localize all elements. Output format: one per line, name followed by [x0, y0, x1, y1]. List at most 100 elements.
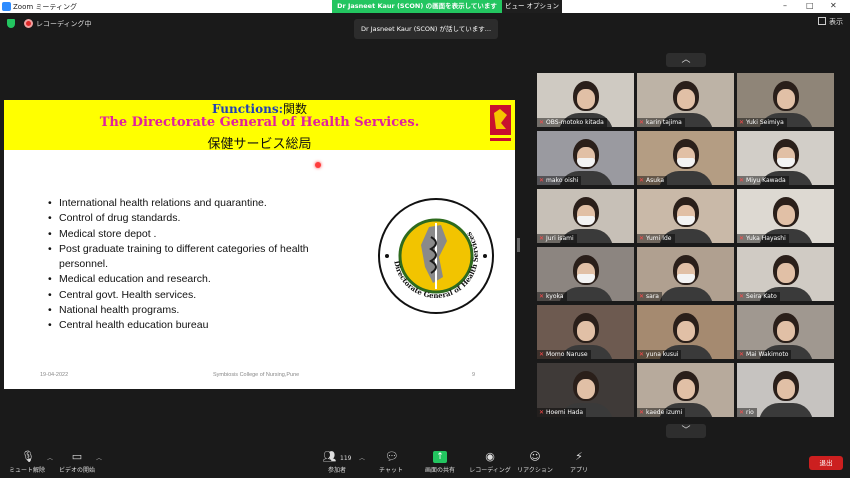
participant-name: ✕ Hoemi Hada [537, 408, 586, 417]
participant-face [677, 321, 695, 341]
participant-name: ✕ mako oishi [537, 176, 582, 185]
participant-tile[interactable]: ✕ Momo Naruse [537, 305, 634, 359]
participant-name-label: Mai Wakimoto [746, 351, 789, 358]
gallery-next-button[interactable]: ﹀ [666, 424, 706, 438]
leave-meeting-button[interactable]: 退出 [809, 456, 843, 470]
face-mask [677, 216, 695, 225]
reactions-icon: ☺ [529, 450, 541, 463]
mic-muted-icon: ✕ [539, 177, 545, 184]
participant-name-label: Hoemi Hada [546, 409, 583, 416]
participant-face [677, 89, 695, 109]
participant-tile[interactable]: ✕ Yuka Hayashi [737, 189, 834, 243]
video-off-icon: ▭ [71, 450, 83, 463]
participant-name: ✕ kaede izumi [637, 408, 686, 417]
face-mask [777, 158, 795, 167]
participant-face [777, 263, 795, 283]
slide-subtitle: The Directorate General of Health Servic… [99, 115, 420, 130]
face-mask [677, 158, 695, 167]
reactions-button[interactable]: ☺ リアクション [516, 450, 554, 475]
list-item: International health relations and quara… [48, 196, 348, 212]
participant-tile[interactable]: ✕ kyoka [537, 247, 634, 301]
start-video-button[interactable]: ▭ ビデオの開始 [57, 450, 97, 475]
start-video-label: ビデオの開始 [58, 467, 95, 474]
face-mask [577, 158, 595, 167]
audio-options-chevron-icon[interactable]: ︿ [47, 453, 53, 462]
mic-muted-icon: ✕ [539, 351, 545, 358]
participant-tile[interactable]: ✕ rio [737, 363, 834, 417]
participant-name: ✕ kyoka [537, 292, 567, 301]
chat-button[interactable]: 💬︎ チャット [376, 451, 406, 475]
participant-name-label: kaede izumi [646, 409, 683, 416]
unmute-button[interactable]: 🎙︎ ミュート解除 [8, 451, 46, 475]
list-item: Medical education and research. [48, 272, 348, 288]
participant-tile[interactable]: ✕ mako oishi [537, 131, 634, 185]
gallery-prev-button[interactable]: ︿ [666, 53, 706, 67]
view-button[interactable]: 表示 [829, 17, 843, 27]
participant-tile[interactable]: ✕ Seira Kato [737, 247, 834, 301]
face-mask [577, 216, 595, 225]
participant-name-label: Miyu Kawada [746, 177, 786, 184]
mic-muted-icon: ✕ [539, 409, 545, 416]
laser-pointer [315, 162, 321, 168]
screen-share-banner: Dr Jasneet Kaur (SCON) の画面を表示しています [332, 0, 502, 13]
record-button[interactable]: ◉ レコーディング [469, 450, 511, 475]
participant-tile[interactable]: ✕ sara [637, 247, 734, 301]
participant-face [777, 321, 795, 341]
participant-name: ✕ Asuka [637, 176, 668, 185]
mic-muted-icon: ✕ [739, 409, 745, 416]
recording-icon [24, 19, 33, 28]
participant-face [777, 379, 795, 399]
participant-name: ✕ yuna kusui [637, 350, 682, 359]
view-options-button[interactable]: ビュー オプション ⌄ [502, 0, 562, 23]
split-view-handle[interactable] [517, 238, 520, 252]
participants-chevron-icon[interactable]: ︿ [359, 453, 365, 462]
record-icon: ◉ [485, 450, 495, 463]
maximize-icon[interactable]: □ [806, 1, 814, 10]
window-title: Zoom ミーティング [13, 3, 77, 11]
participant-name-label: Juri isami [546, 235, 574, 242]
security-shield-icon[interactable] [7, 19, 15, 28]
face-mask [677, 274, 695, 283]
participant-tile[interactable]: ✕ Hoemi Hada [537, 363, 634, 417]
participant-tile[interactable]: ✕ Mai Wakimoto [737, 305, 834, 359]
mic-muted-icon: ✕ [739, 235, 745, 242]
shared-slide: Functions:関数 The Directorate General of … [4, 100, 515, 389]
participant-tile[interactable]: ✕ OBS-motoko kitada [537, 73, 634, 127]
reactions-label: リアクション [517, 467, 553, 474]
participant-name: ✕ Yuki Seimiya [737, 118, 787, 127]
mic-muted-icon: ✕ [639, 351, 645, 358]
apps-button[interactable]: ⚡︎ アプリ [566, 451, 592, 475]
participant-name-label: yuna kusui [646, 351, 679, 358]
mic-muted-icon: ✕ [739, 177, 745, 184]
face-mask [577, 274, 595, 283]
close-icon[interactable]: ✕ [830, 1, 837, 10]
slide-footer-org: Symbiosis College of Nursing,Pune [213, 372, 300, 378]
participant-name-label: Yuka Hayashi [746, 235, 786, 242]
participants-button[interactable]: 👥︎ 119 参加者 [320, 450, 354, 475]
participants-icon: 👥︎ 119 [322, 450, 352, 463]
participant-name: ✕ karin tajima [637, 118, 685, 127]
list-item: Post graduate training to different cate… [48, 242, 348, 273]
participant-tile[interactable]: ✕ kaede izumi [637, 363, 734, 417]
gallery-view-icon[interactable] [818, 17, 826, 25]
participant-tile[interactable]: ✕ Juri isami [537, 189, 634, 243]
participant-tile[interactable]: ✕ yuna kusui [637, 305, 734, 359]
participant-name: ✕ Mai Wakimoto [737, 350, 792, 359]
slide-subtitle-jp: 保健サービス総局 [207, 137, 312, 152]
video-options-chevron-icon[interactable]: ︿ [96, 453, 102, 462]
participant-name-label: mako oishi [546, 177, 579, 184]
participant-face [577, 379, 595, 399]
participant-tile[interactable]: ✕ Miyu Kawada [737, 131, 834, 185]
mic-muted-icon: ✕ [639, 119, 645, 126]
share-screen-button[interactable]: ↑ 画面の共有 [420, 451, 460, 474]
participant-name: ✕ rio [737, 408, 757, 417]
minimize-icon[interactable]: – [783, 1, 787, 10]
participant-face [677, 379, 695, 399]
slide-title-jp: 関数 [283, 102, 308, 116]
participant-tile[interactable]: ✕ Yuki Seimiya [737, 73, 834, 127]
participant-name: ✕ Seira Kato [737, 292, 780, 301]
participant-tile[interactable]: ✕ karin tajima [637, 73, 734, 127]
list-item: Medical store depot . [48, 227, 348, 243]
participant-tile[interactable]: ✕ Yumi Ide [637, 189, 734, 243]
participant-tile[interactable]: ✕ Asuka [637, 131, 734, 185]
